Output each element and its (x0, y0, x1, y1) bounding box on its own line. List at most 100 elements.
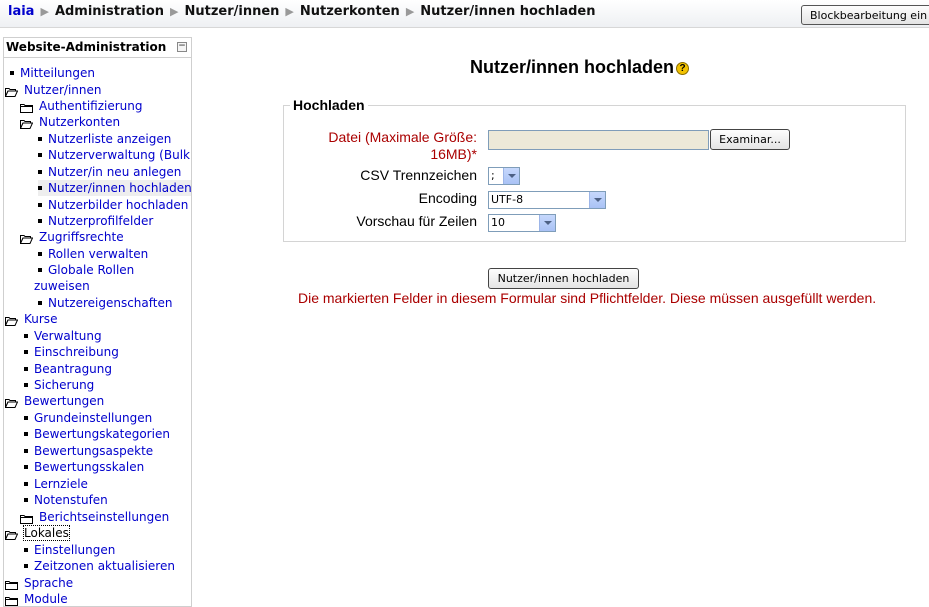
sidebar-item-label[interactable]: Nutzerliste anzeigen (48, 132, 171, 146)
folder-open-icon[interactable] (4, 314, 19, 326)
sidebar-item[interactable]: Nutzerbilder hochladen (38, 197, 188, 213)
sidebar-item[interactable]: Nutzer/innen hochladen (38, 180, 191, 196)
folder-open-icon[interactable] (19, 232, 34, 244)
breadcrumb-item[interactable]: Nutzer/innen (184, 4, 279, 19)
sidebar-item[interactable]: Kurse (4, 311, 57, 327)
sidebar-item[interactable]: Module (5, 591, 68, 606)
preview-rows-select[interactable]: 10 (488, 214, 556, 232)
folder-open-icon[interactable] (4, 396, 19, 408)
sidebar-item[interactable]: Bewertungsaspekte (24, 443, 153, 459)
sidebar-item-label[interactable]: Nutzer/in neu anlegen (48, 165, 181, 179)
sidebar-item[interactable]: Nutzerkonten (19, 114, 120, 130)
sidebar-item[interactable]: Nutzerverwaltung (Bulk) (38, 147, 191, 163)
sidebar-item-label[interactable]: Sprache (24, 576, 73, 590)
sidebar-item-label[interactable]: Einschreibung (34, 345, 119, 359)
folder-open-icon[interactable] (4, 85, 19, 97)
sidebar-item[interactable]: Berichtseinstellungen (20, 509, 169, 525)
sidebar-item[interactable]: Zugriffsrechte (19, 229, 124, 245)
bullet-icon (38, 251, 42, 256)
sidebar-item[interactable]: Nutzerprofilfelder (38, 213, 153, 229)
breadcrumb-separator-icon: ▶ (40, 5, 49, 18)
sidebar-item-label[interactable]: Nutzerprofilfelder (48, 214, 153, 228)
required-marker: * (471, 146, 477, 162)
sidebar-item[interactable]: Nutzer/in neu anlegen (38, 164, 181, 180)
sidebar-item-label[interactable]: Kurse (24, 312, 57, 326)
sidebar-item-label[interactable]: Zeitzonen aktualisieren (34, 559, 175, 573)
sidebar-item-label[interactable]: Nutzerbilder hochladen (48, 198, 188, 212)
sidebar-item-label[interactable]: Einstellungen (34, 543, 115, 557)
chevron-down-icon[interactable] (589, 192, 605, 208)
breadcrumb-home-link[interactable]: laia (8, 4, 34, 19)
sidebar-item[interactable]: Globale Rollen (38, 262, 134, 278)
sidebar-item-label[interactable]: Nutzerkonten (39, 115, 120, 129)
sidebar-item[interactable]: Nutzerliste anzeigen (38, 131, 171, 147)
encoding-select[interactable]: UTF-8 (488, 191, 606, 209)
sidebar-item[interactable]: Notenstufen (24, 492, 108, 508)
folder-closed-icon[interactable] (5, 578, 18, 590)
sidebar-item-label[interactable]: Mitteilungen (20, 66, 95, 80)
sidebar-item-label[interactable]: zuweisen (34, 279, 90, 293)
breadcrumb-item[interactable]: Nutzerkonten (300, 4, 400, 19)
sidebar-item-label[interactable]: Bewertungen (24, 394, 104, 408)
folder-open-icon[interactable] (4, 528, 19, 540)
browse-button[interactable]: Examinar... (710, 129, 790, 150)
sidebar-item-label[interactable]: Nutzereigenschaften (48, 296, 172, 310)
sidebar-item[interactable]: Mitteilungen (10, 65, 95, 81)
sidebar-item-label[interactable]: Nutzer/innen hochladen (48, 181, 191, 195)
help-icon[interactable]: ? (676, 61, 690, 75)
file-label-line1: Datei (Maximale Größe: (328, 129, 477, 145)
page-title-text: Nutzer/innen hochladen (470, 57, 675, 77)
sidebar-item[interactable]: Einstellungen (24, 542, 115, 558)
breadcrumb-separator-icon: ▶ (170, 5, 179, 18)
chevron-down-icon[interactable] (503, 168, 519, 184)
sidebar-item-label[interactable]: Globale Rollen (48, 263, 134, 277)
sidebar-item-label[interactable]: Authentifizierung (39, 99, 143, 113)
sidebar-item[interactable]: Nutzer/innen (4, 82, 101, 98)
sidebar-item[interactable]: zuweisen (34, 278, 90, 294)
sidebar-item-label[interactable]: Lokales (23, 525, 70, 541)
sidebar-item[interactable]: Einschreibung (24, 344, 119, 360)
sidebar-item[interactable]: Lokales (4, 525, 70, 541)
sidebar-item-label[interactable]: Nutzer/innen (24, 83, 101, 97)
sidebar-title: Website-Administration (6, 40, 167, 54)
page-title: Nutzer/innen hochladen? (470, 57, 690, 78)
sidebar-item[interactable]: Authentifizierung (20, 98, 143, 114)
file-input[interactable] (488, 130, 709, 150)
sidebar-item-label[interactable]: Berichtseinstellungen (39, 510, 169, 524)
sidebar-item[interactable]: Grundeinstellungen (24, 410, 152, 426)
collapse-icon[interactable]: − (177, 42, 187, 52)
folder-open-icon[interactable] (19, 117, 34, 129)
csv-delimiter-select[interactable]: ; (488, 167, 520, 185)
folder-closed-icon[interactable] (5, 594, 18, 606)
sidebar-item[interactable]: Lernziele (24, 476, 88, 492)
sidebar-item-label[interactable]: Beantragung (34, 362, 112, 376)
sidebar-item[interactable]: Bewertungsskalen (24, 459, 144, 475)
sidebar-item[interactable]: Zeitzonen aktualisieren (24, 558, 175, 574)
sidebar-item[interactable]: Verwaltung (24, 328, 102, 344)
sidebar-item-label[interactable]: Module (24, 592, 68, 606)
sidebar-item-label[interactable]: Bewertungsskalen (34, 460, 144, 474)
sidebar-item-label[interactable]: Zugriffsrechte (39, 230, 124, 244)
sidebar-item[interactable]: Bewertungen (4, 393, 104, 409)
sidebar-item-label[interactable]: Bewertungsaspekte (34, 444, 153, 458)
chevron-down-icon[interactable] (539, 215, 555, 231)
sidebar-item-label[interactable]: Bewertungskategorien (34, 427, 170, 441)
block-edit-button[interactable]: Blockbearbeitung ein (801, 5, 929, 25)
sidebar-item-label[interactable]: Lernziele (34, 477, 88, 491)
sidebar-item-label[interactable]: Verwaltung (34, 329, 102, 343)
breadcrumb-item[interactable]: Administration (55, 4, 164, 19)
sidebar-item[interactable]: Sicherung (24, 377, 94, 393)
folder-closed-icon[interactable] (20, 101, 33, 113)
sidebar-item-label[interactable]: Sicherung (34, 378, 94, 392)
upload-users-button[interactable]: Nutzer/innen hochladen (488, 268, 639, 289)
sidebar-item[interactable]: Nutzereigenschaften (38, 295, 172, 311)
folder-closed-icon[interactable] (20, 512, 33, 524)
sidebar-item[interactable]: Bewertungskategorien (24, 426, 170, 442)
sidebar-item-label[interactable]: Rollen verwalten (48, 247, 148, 261)
sidebar-item[interactable]: Sprache (5, 575, 73, 591)
sidebar-item-label[interactable]: Nutzerverwaltung (Bulk) (48, 148, 191, 162)
sidebar-item[interactable]: Rollen verwalten (38, 246, 148, 262)
sidebar-item[interactable]: Beantragung (24, 361, 112, 377)
sidebar-item-label[interactable]: Notenstufen (34, 493, 108, 507)
sidebar-item-label[interactable]: Grundeinstellungen (34, 411, 152, 425)
